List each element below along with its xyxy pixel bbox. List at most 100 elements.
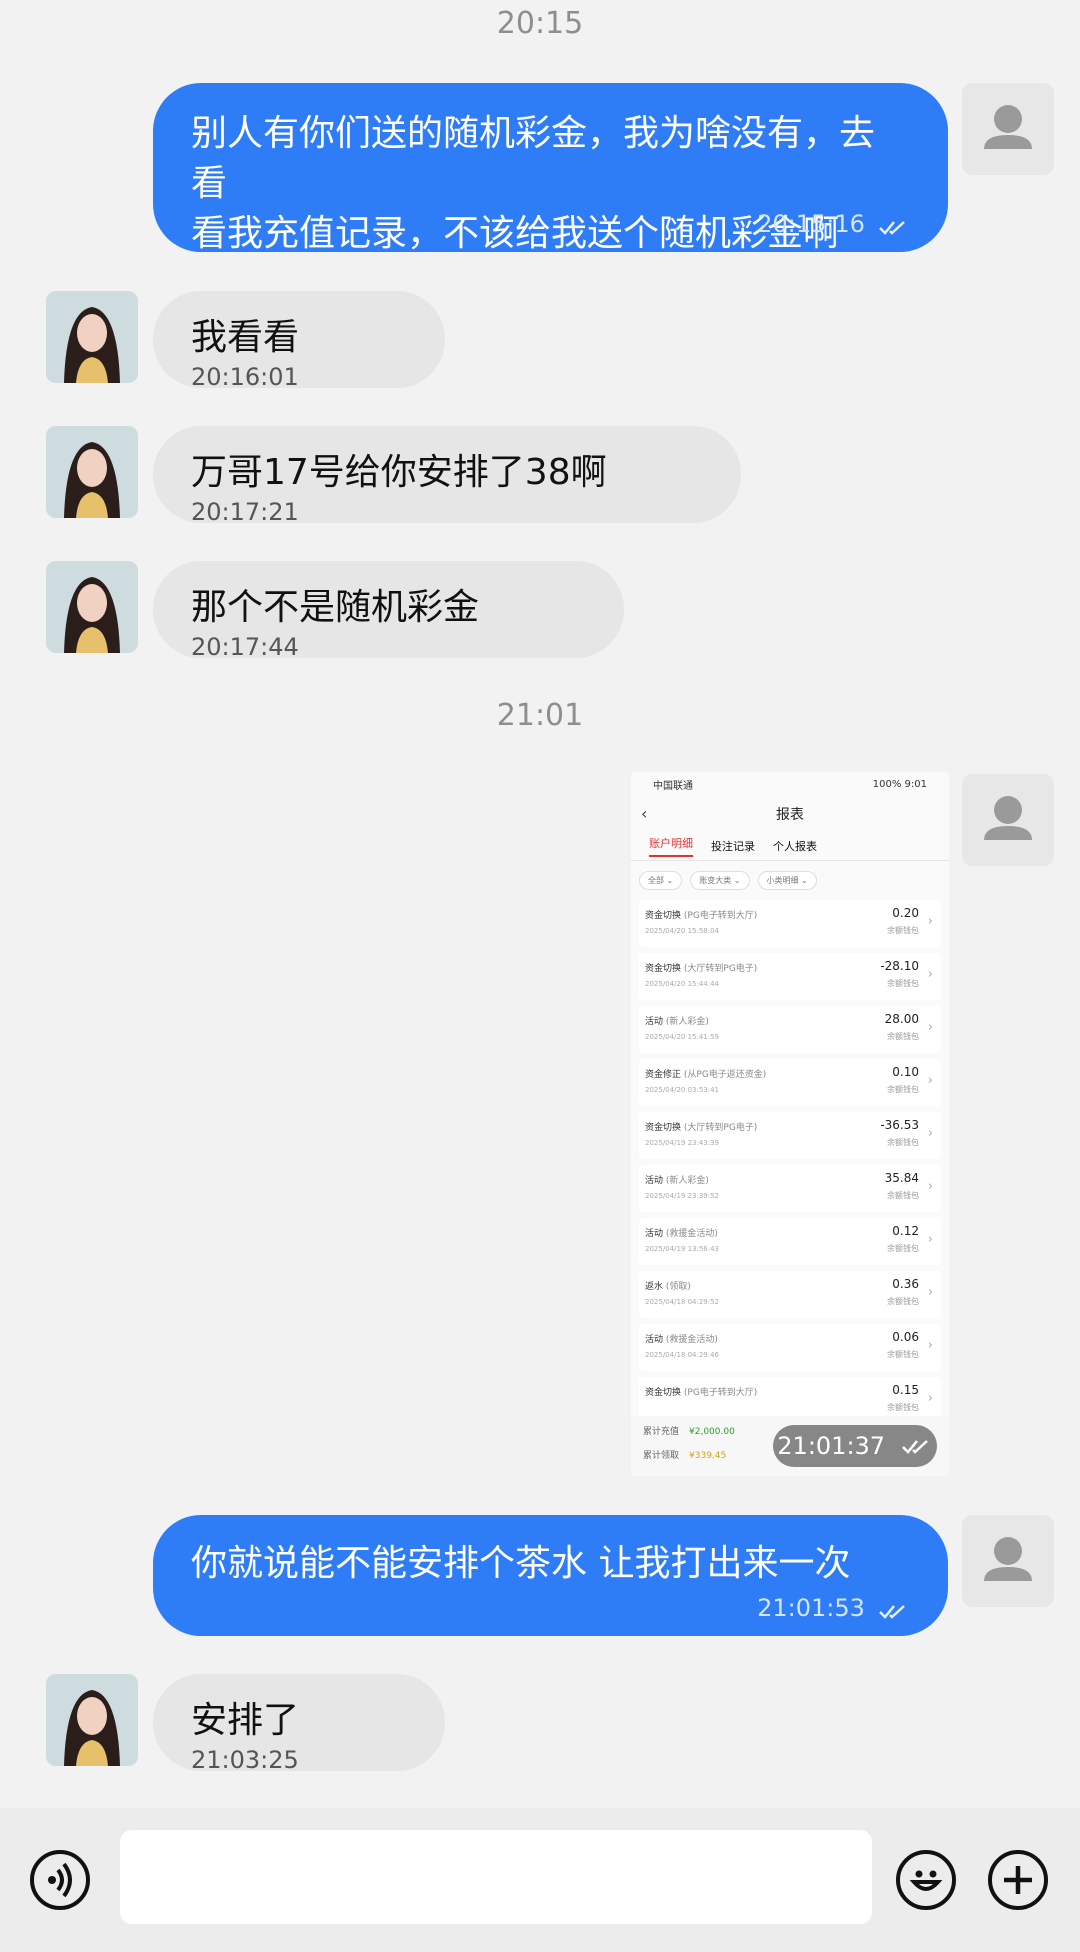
filter-chip: 全部 ⌄ (639, 871, 683, 890)
transaction-wallet: 余额钱包 (887, 1032, 919, 1041)
image-time-badge: 21:01:37 (773, 1425, 937, 1467)
filter-chip: 小类明细 ⌄ (757, 871, 817, 890)
transaction-amount: -36.53 (880, 1118, 919, 1132)
transaction-title: 活动 (新人彩金) (645, 1176, 709, 1186)
transaction-date: 2025/04/19 13:56:43 (645, 1245, 720, 1253)
message-text: 你就说能不能安排个茶水 让我打出来一次 (191, 1543, 851, 1584)
transaction-row: 活动 (新人彩金) 2025/04/20 15:41:59 28.00 余额钱包 › (639, 1006, 941, 1053)
transaction-title: 活动 (新人彩金) (645, 1017, 709, 1027)
back-arrow-icon: ‹ (641, 804, 648, 823)
transaction-date: 2025/04/20 15:44:44 (645, 980, 720, 988)
chevron-right-icon: › (927, 1338, 933, 1353)
tab-bet-record: 投注记录 (711, 840, 755, 853)
message-time: 20:15:16 (757, 210, 865, 238)
message-line: 别人有你们送的随机彩金，我为啥没有，去看 (191, 113, 876, 204)
transaction-title: 资金切换 (大厅转到PG电子) (645, 964, 758, 974)
transaction-amount: 0.15 (892, 1383, 919, 1397)
chevron-right-icon: › (927, 1020, 933, 1035)
transaction-date: 2025/04/19 23:43:39 (645, 1139, 720, 1147)
person-icon (984, 105, 1032, 149)
message-time: 20:16:01 (191, 363, 299, 391)
message-bubble-outgoing[interactable]: 你就说能不能安排个茶水 让我打出来一次 21:01:53 (153, 1515, 948, 1636)
transaction-date: 2025/04/18 04:29:46 (645, 1351, 720, 1359)
transaction-wallet: 余额钱包 (887, 1244, 919, 1253)
chevron-right-icon: › (927, 914, 933, 929)
voice-input-button[interactable] (30, 1850, 90, 1910)
transaction-amount: 0.20 (892, 906, 919, 920)
transaction-wallet: 余额钱包 (887, 1350, 919, 1359)
transaction-amount: 28.00 (884, 1012, 919, 1026)
transaction-amount: 0.12 (892, 1224, 919, 1238)
avatar[interactable] (46, 426, 138, 518)
transaction-row: 资金切换 (大厅转到PG电子) 2025/04/20 15:44:44 -28.10… (639, 953, 941, 1000)
transaction-wallet: 余额钱包 (887, 1191, 919, 1200)
profile-photo-icon (46, 291, 138, 383)
transaction-amount: 0.36 (892, 1277, 919, 1291)
transaction-wallet: 余额钱包 (887, 979, 919, 988)
transaction-amount: 35.84 (884, 1171, 919, 1185)
timestamp-divider: 21:01 (496, 698, 584, 733)
transaction-list: 资金切换 (PG电子转到大厅) 2025/04/20 15:58:04 0.20 余额… (631, 900, 949, 1424)
add-attachment-button[interactable] (988, 1850, 1048, 1910)
transaction-amount: 0.10 (892, 1065, 919, 1079)
chevron-right-icon: › (927, 1073, 933, 1088)
report-tabs: 账户明细 投注记录 个人报表 (631, 832, 949, 861)
avatar[interactable] (46, 561, 138, 653)
transaction-title: 资金切换 (PG电子转到大厅) (645, 1388, 758, 1398)
avatar[interactable] (962, 1515, 1054, 1607)
avatar[interactable] (46, 1674, 138, 1766)
profile-photo-icon (46, 561, 138, 653)
message-input[interactable] (120, 1830, 872, 1924)
emoji-button[interactable] (896, 1850, 956, 1910)
profile-photo-icon (46, 1674, 138, 1766)
transaction-row: 返水 (领取) 2025/04/18 04:29:52 0.36 余额钱包 › (639, 1271, 941, 1318)
read-receipt-icon (901, 1440, 928, 1454)
message-time: 20:17:44 (191, 633, 299, 661)
transaction-title: 返水 (领取) (645, 1282, 691, 1292)
avatar[interactable] (962, 774, 1054, 866)
message-text: 我看看 (191, 317, 300, 358)
transaction-row: 资金切换 (大厅转到PG电子) 2025/04/19 23:43:39 -36.53… (639, 1112, 941, 1159)
image-message[interactable]: 中国联通 100% 9:01 ‹ 报表 账户明细 投注记录 个人报表 全部 ⌄ … (631, 772, 949, 1476)
report-header: ‹ 报表 (641, 804, 804, 823)
read-receipt-icon (879, 220, 905, 235)
transaction-row: 资金修正 (从PG电子返还资金) 2025/04/20 03:53:41 0.10 余… (639, 1059, 941, 1106)
message-text: 那个不是随机彩金 (191, 587, 480, 628)
profile-photo-icon (46, 426, 138, 518)
message-bubble-incoming[interactable]: 我看看 20:16:01 (153, 291, 445, 391)
message-time: 21:03:25 (191, 1746, 299, 1774)
message-time: 20:17:21 (191, 498, 299, 526)
transaction-title: 资金切换 (大厅转到PG电子) (645, 1123, 758, 1133)
transaction-title: 活动 (救援金活动) (645, 1229, 718, 1239)
chevron-right-icon: › (927, 1285, 933, 1300)
message-bubble-incoming[interactable]: 安排了 21:03:25 (153, 1674, 445, 1774)
person-icon (984, 1537, 1032, 1581)
emoji-icon (909, 1870, 943, 1891)
message-bubble-incoming[interactable]: 万哥17号给你安排了38啊 20:17:21 (153, 426, 741, 526)
filter-chip: 账变大类 ⌄ (690, 871, 750, 890)
transaction-wallet: 余额钱包 (887, 1403, 919, 1412)
message-bubble-outgoing[interactable]: 别人有你们送的随机彩金，我为啥没有，去看 看我充值记录，不该给我送个随机彩金啊 … (153, 83, 948, 254)
tab-account-detail: 账户明细 (649, 835, 693, 857)
plus-icon (1004, 1866, 1032, 1894)
transaction-row: 活动 (救援金活动) 2025/04/18 04:29:46 0.06 余额钱包 › (639, 1324, 941, 1371)
transaction-wallet: 余额钱包 (887, 1297, 919, 1306)
transaction-wallet: 余额钱包 (887, 1085, 919, 1094)
chevron-right-icon: › (927, 1232, 933, 1247)
transaction-date: 2025/04/18 04:29:52 (645, 1298, 720, 1306)
transaction-wallet: 余额钱包 (887, 926, 919, 935)
avatar[interactable] (962, 83, 1054, 175)
message-time: 21:01:53 (757, 1594, 865, 1622)
transaction-title: 资金修正 (从PG电子返还资金) (645, 1070, 767, 1080)
message-text: 万哥17号给你安排了38啊 (191, 452, 607, 493)
transaction-date: 2025/04/20 15:41:59 (645, 1033, 720, 1041)
chevron-right-icon: › (927, 1179, 933, 1194)
transaction-row: 活动 (新人彩金) 2025/04/19 23:39:52 35.84 余额钱包 › (639, 1165, 941, 1212)
transaction-date: 2025/04/20 03:53:41 (645, 1086, 720, 1094)
chevron-right-icon: › (927, 1126, 933, 1141)
chat-area[interactable]: 20:15 别人有你们送的随机彩金，我为啥没有，去看 看我充值记录，不该给我送个… (0, 0, 1080, 1808)
transaction-amount: -28.10 (880, 959, 919, 973)
message-bubble-incoming[interactable]: 那个不是随机彩金 20:17:44 (153, 561, 624, 661)
avatar[interactable] (46, 291, 138, 383)
status-bar: 中国联通 100% 9:01 (653, 778, 927, 792)
